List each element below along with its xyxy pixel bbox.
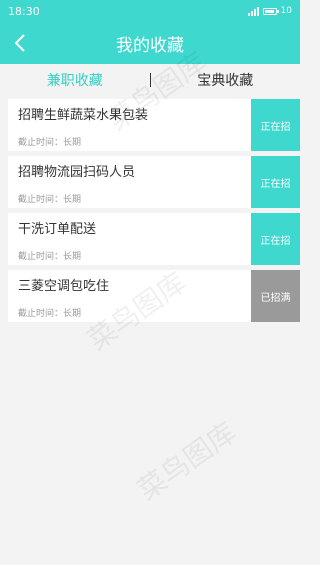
chevron-left-icon (14, 34, 25, 52)
item-title: 招聘生鲜蔬菜水果包装 (18, 108, 149, 123)
status-bar: 18:30 10 (0, 0, 300, 22)
signal-icon (247, 6, 259, 16)
back-button[interactable] (8, 31, 32, 55)
item-deadline: 截止时间：长期 (18, 195, 82, 205)
item-title: 招聘物流园扫码人员 (18, 165, 136, 180)
battery-level: 10 (280, 6, 292, 16)
item-title: 三菱空调包吃住 (18, 279, 110, 294)
status-badge: 已招满 (251, 270, 300, 322)
list-item[interactable]: 招聘生鲜蔬菜水果包装 截止时间：长期 正在招 (8, 99, 300, 151)
item-deadline: 截止时间：长期 (18, 309, 82, 319)
watermark: 菜鸟图库 (131, 415, 243, 507)
status-time: 18:30 (8, 4, 40, 18)
app-header: 我的收藏 (0, 22, 300, 64)
list-item[interactable]: 干洗订单配送 截止时间：长期 正在招 (8, 213, 300, 265)
favorites-list: 招聘生鲜蔬菜水果包装 截止时间：长期 正在招 招聘物流园扫码人员 截止时间：长期… (8, 99, 300, 327)
item-title: 干洗订单配送 (18, 222, 97, 237)
tab-bar: 兼职收藏 宝典收藏 (0, 64, 300, 96)
status-badge: 正在招 (251, 99, 300, 151)
status-badge: 正在招 (251, 213, 300, 265)
page-title: 我的收藏 (116, 35, 184, 56)
tab-job-favorites[interactable]: 兼职收藏 (0, 70, 150, 90)
list-item[interactable]: 招聘物流园扫码人员 截止时间：长期 正在招 (8, 156, 300, 208)
tab-guide-favorites[interactable]: 宝典收藏 (151, 70, 301, 90)
item-deadline: 截止时间：长期 (18, 252, 82, 262)
item-deadline: 截止时间：长期 (18, 138, 82, 148)
list-item[interactable]: 三菱空调包吃住 截止时间：长期 已招满 (8, 270, 300, 322)
battery-icon (262, 7, 279, 15)
status-badge: 正在招 (251, 156, 300, 208)
